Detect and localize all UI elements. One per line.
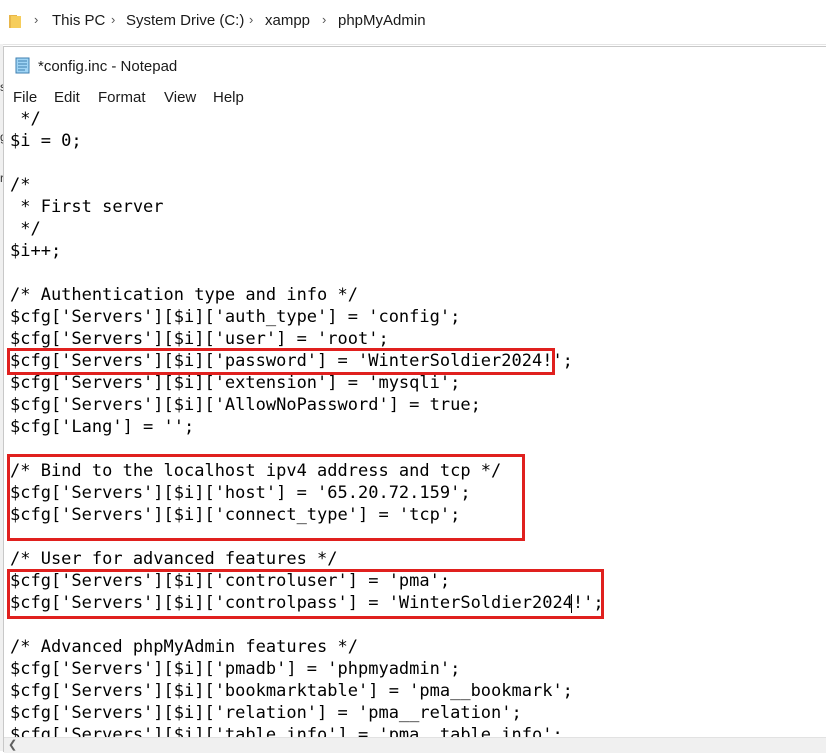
menu-edit[interactable]: Edit bbox=[54, 89, 80, 106]
highlight-box-password bbox=[7, 348, 555, 375]
folder-icon bbox=[9, 15, 21, 28]
explorer-address-bar[interactable]: › This PC › System Drive (C:) › xampp › … bbox=[0, 0, 826, 45]
breadcrumb-xampp[interactable]: xampp bbox=[265, 12, 310, 29]
code-line: $cfg['Servers'][$i]['auth_type'] = 'conf… bbox=[10, 307, 461, 327]
breadcrumb-chevron-icon[interactable]: › bbox=[34, 12, 38, 27]
code-line: /* User for advanced features */ bbox=[10, 549, 338, 569]
code-line: $cfg['Servers'][$i]['extension'] = 'mysq… bbox=[10, 373, 461, 393]
code-line: /* Advanced phpMyAdmin features */ bbox=[10, 637, 358, 657]
code-line: $cfg['Servers'][$i]['AllowNoPassword'] =… bbox=[10, 395, 481, 415]
text-caret bbox=[571, 594, 572, 613]
scroll-left-arrow-icon[interactable]: ❮ bbox=[8, 738, 17, 751]
text-editor[interactable]: */ $i = 0; /* * First server */ $i++; /*… bbox=[4, 111, 826, 737]
window-title: *config.inc - Notepad bbox=[38, 58, 178, 75]
code-line: $i = 0; bbox=[10, 131, 82, 151]
breadcrumb-chevron-icon[interactable]: › bbox=[111, 12, 115, 27]
code-line: $cfg['Servers'][$i]['relation'] = 'pma__… bbox=[10, 703, 522, 723]
code-line: $i++; bbox=[10, 241, 62, 261]
code-line: */ bbox=[10, 111, 41, 129]
code-line: /* bbox=[10, 175, 31, 195]
code-line: * First server bbox=[10, 197, 164, 217]
menu-format[interactable]: Format bbox=[98, 89, 146, 106]
code-line: $cfg['Servers'][$i]['bookmarktable'] = '… bbox=[10, 681, 573, 701]
notepad-titlebar[interactable]: *config.inc - Notepad bbox=[4, 47, 826, 85]
menu-bar: File Edit Format View Help bbox=[4, 85, 826, 111]
code-line: */ bbox=[10, 219, 41, 239]
breadcrumb-chevron-icon[interactable]: › bbox=[249, 12, 253, 27]
breadcrumb-system-drive[interactable]: System Drive (C:) bbox=[126, 12, 244, 29]
notepad-icon bbox=[15, 57, 30, 74]
breadcrumb-chevron-icon[interactable]: › bbox=[322, 12, 326, 27]
highlight-box-bind bbox=[7, 454, 525, 541]
code-line: $cfg['Servers'][$i]['table_info'] = 'pma… bbox=[10, 725, 563, 737]
menu-view[interactable]: View bbox=[164, 89, 196, 106]
menu-file[interactable]: File bbox=[13, 89, 37, 106]
breadcrumb-phpmyadmin[interactable]: phpMyAdmin bbox=[338, 12, 426, 29]
breadcrumb-this-pc[interactable]: This PC bbox=[52, 12, 105, 29]
menu-help[interactable]: Help bbox=[213, 89, 244, 106]
code-line: $cfg['Servers'][$i]['user'] = 'root'; bbox=[10, 329, 389, 349]
highlight-box-controluser bbox=[7, 569, 604, 619]
code-line: $cfg['Lang'] = ''; bbox=[10, 417, 195, 437]
notepad-window: *config.inc - Notepad File Edit Format V… bbox=[3, 46, 826, 753]
code-line: $cfg['Servers'][$i]['pmadb'] = 'phpmyadm… bbox=[10, 659, 461, 679]
code-line: /* Authentication type and info */ bbox=[10, 285, 358, 305]
